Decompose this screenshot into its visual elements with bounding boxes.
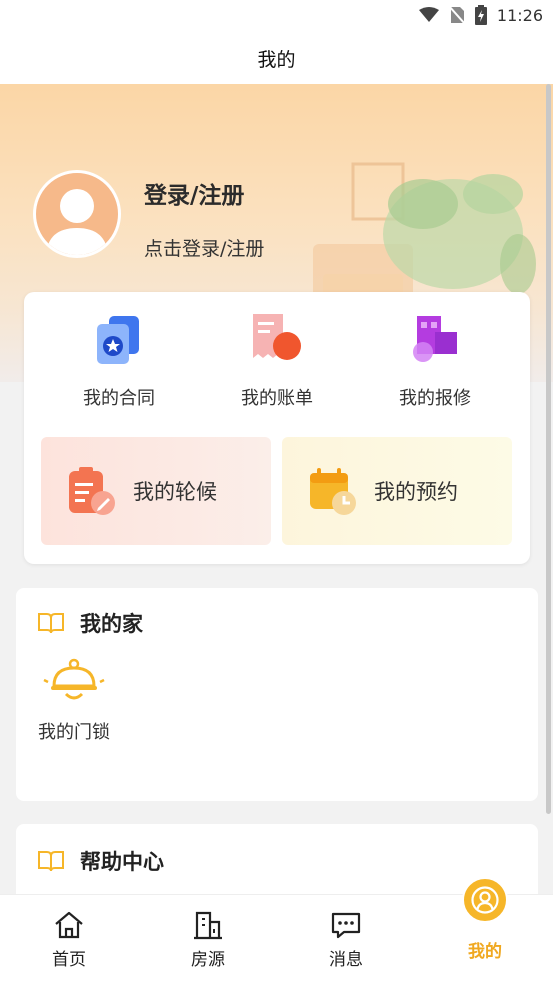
open-book-icon	[38, 851, 64, 872]
my-booking-label: 我的预约	[374, 480, 458, 504]
my-queue-label: 我的轮候	[133, 480, 217, 504]
my-door-lock-button[interactable]: 我的门锁	[38, 658, 116, 744]
login-title[interactable]: 登录/注册	[144, 176, 244, 210]
building-icon	[194, 911, 222, 940]
battery-icon	[474, 5, 487, 25]
my-bill-button[interactable]: 我的账单	[197, 310, 357, 420]
page-title: 我的	[257, 48, 296, 71]
tab-home-label: 首页	[52, 950, 86, 970]
login-subtitle[interactable]: 点击登录/注册	[144, 234, 264, 261]
message-icon	[331, 912, 361, 939]
tab-mine-icon-circle	[462, 877, 508, 923]
my-home-card: 我的家 我的门锁	[16, 588, 538, 801]
no-sim-icon	[448, 6, 465, 24]
user-icon	[471, 886, 499, 914]
tab-home[interactable]: 首页	[9, 895, 129, 983]
tab-listings-label: 房源	[191, 950, 225, 970]
open-book-icon	[38, 613, 64, 634]
tab-messages-label: 消息	[329, 950, 363, 970]
my-repair-label: 我的报修	[399, 388, 471, 409]
door-lock-icon	[43, 658, 105, 700]
my-queue-button[interactable]: 我的轮候	[41, 437, 271, 545]
my-door-lock-label: 我的门锁	[38, 722, 110, 743]
bill-icon	[253, 314, 301, 360]
tab-mine[interactable]: 我的	[425, 877, 545, 983]
bottom-tab-bar: 首页 房源 消息 我的	[0, 877, 553, 983]
home-icon	[55, 911, 83, 939]
my-home-title: 我的家	[80, 612, 143, 636]
contract-icon	[97, 316, 139, 364]
status-icons: 11:26	[418, 5, 543, 25]
my-contract-button[interactable]: 我的合同	[39, 310, 199, 420]
calendar-icon	[310, 468, 356, 515]
scrollbar[interactable]	[546, 84, 551, 814]
my-home-header: 我的家	[38, 608, 143, 638]
my-contract-label: 我的合同	[83, 388, 155, 409]
quick-actions-card: 我的合同 我的账单 我的报修 我的轮候 我的预约	[24, 292, 530, 564]
my-repair-button[interactable]: 我的报修	[355, 310, 515, 420]
help-center-header: 帮助中心	[38, 846, 164, 876]
title-bar: 我的	[0, 32, 553, 84]
status-bar: 11:26	[0, 0, 553, 32]
queue-icon	[69, 467, 115, 515]
repair-icon	[413, 316, 457, 362]
my-bill-label: 我的账单	[241, 388, 313, 409]
tab-mine-label: 我的	[468, 942, 502, 962]
help-center-title: 帮助中心	[80, 850, 164, 874]
my-booking-button[interactable]: 我的预约	[282, 437, 512, 545]
tab-messages[interactable]: 消息	[286, 895, 406, 983]
avatar[interactable]	[33, 170, 121, 258]
tab-listings[interactable]: 房源	[148, 895, 268, 983]
status-time: 11:26	[496, 5, 543, 25]
wifi-icon	[418, 7, 439, 22]
default-avatar-icon	[46, 189, 108, 255]
